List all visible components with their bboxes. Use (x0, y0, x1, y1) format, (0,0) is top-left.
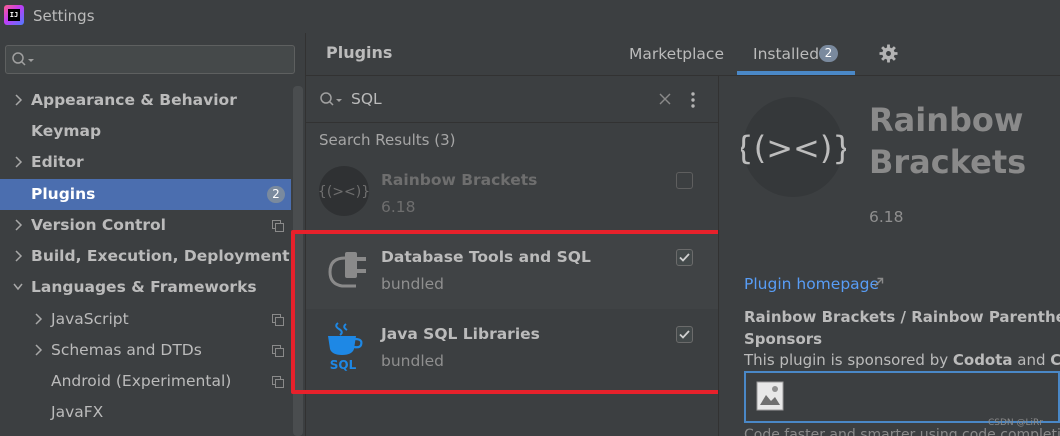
more-options-icon[interactable] (690, 92, 696, 108)
detail-plugin-name-line2: Brackets (869, 143, 1027, 181)
broken-image-icon (756, 381, 784, 411)
tree-item-android-experimental[interactable]: Android (Experimental) (0, 366, 291, 397)
chevron-right-icon[interactable] (13, 156, 23, 168)
tab-installed[interactable]: Installed (753, 45, 819, 63)
tree-item-editor[interactable]: Editor (0, 147, 291, 178)
tree-item-label: JavaScript (51, 310, 129, 328)
plugin-description-title: Rainbow Brackets / Rainbow Parentheses f (744, 308, 1060, 326)
tree-item-version-control[interactable]: Version Control (0, 210, 291, 241)
plugin-search-input[interactable]: SQL (351, 90, 382, 108)
tree-item-keymap[interactable]: Keymap (0, 116, 291, 147)
clear-icon[interactable] (659, 93, 671, 105)
plugin-version: 6.18 (381, 198, 416, 216)
sponsor-name-2: Coo (1050, 351, 1060, 369)
chevron-right-icon[interactable] (33, 344, 43, 356)
intellij-logo-icon: IJ (4, 5, 24, 25)
sponsor-text: This plugin is sponsored by Codota and C… (744, 351, 1060, 369)
search-results-label: Search Results (3) (319, 131, 456, 149)
search-divider (306, 122, 718, 123)
sponsors-heading: Sponsors (744, 330, 823, 348)
chevron-right-icon[interactable] (13, 250, 23, 262)
chevron-right-icon[interactable] (13, 219, 23, 231)
tree-item-javascript[interactable]: JavaScript (0, 304, 291, 335)
tree-item-plugins[interactable]: Plugins 2 (0, 179, 291, 210)
plugins-count-badge: 2 (267, 186, 285, 203)
installed-count-badge: 2 (819, 45, 838, 62)
chevron-right-icon[interactable] (13, 94, 23, 106)
tree-item-label: Appearance & Behavior (31, 91, 237, 109)
rainbow-brackets-icon: {(><)} (318, 166, 370, 216)
sponsor-text-mid: and (1012, 351, 1051, 369)
tree-item-javafx[interactable]: JavaFX (0, 397, 291, 428)
plugin-homepage-link[interactable]: Plugin homepage (744, 275, 879, 293)
tree-item-label: Editor (31, 153, 84, 171)
project-level-icon (272, 314, 284, 326)
tree-item-languages-frameworks[interactable]: Languages & Frameworks (0, 272, 291, 303)
project-level-icon (272, 220, 284, 232)
tree-item-appearance-behavior[interactable]: Appearance & Behavior (0, 85, 291, 116)
sponsor-text-prefix: This plugin is sponsored by (744, 351, 953, 369)
svg-text:{(><)}: {(><)} (318, 184, 370, 200)
sponsor-name: Codota (952, 351, 1013, 369)
tree-item-label: Version Control (31, 216, 166, 234)
window-title: Settings (33, 7, 95, 25)
tree-item-label: JavaFX (51, 403, 104, 421)
settings-search-input[interactable] (5, 45, 295, 74)
chevron-down-icon[interactable] (13, 281, 23, 293)
detail-plugin-name-line1: Rainbow (869, 101, 1024, 139)
tree-item-label: Plugins (31, 185, 96, 203)
plugin-name: Rainbow Brackets (381, 171, 538, 189)
tree-item-label: Build, Execution, Deployment (31, 247, 290, 265)
logo-text: IJ (8, 9, 20, 21)
tree-item-label: Keymap (31, 122, 102, 140)
search-icon (12, 52, 34, 66)
tree-item-label: Android (Experimental) (51, 372, 232, 390)
sponsor-image[interactable] (744, 371, 1060, 423)
detail-plugin-version: 6.18 (869, 208, 904, 226)
gear-icon[interactable] (879, 44, 898, 63)
search-icon (320, 92, 342, 106)
tree-item-build-execution-deployment[interactable]: Build, Execution, Deployment (0, 241, 291, 272)
project-level-icon (272, 376, 284, 388)
annotation-highlight-box (291, 230, 736, 394)
external-link-icon[interactable] (874, 277, 884, 287)
tree-item-label: Languages & Frameworks (31, 278, 257, 296)
chevron-right-icon[interactable] (33, 313, 43, 325)
title-bar (0, 0, 1060, 33)
project-level-icon (272, 345, 284, 357)
page-title: Plugins (326, 43, 393, 62)
plugin-enable-checkbox[interactable] (676, 172, 693, 189)
plugin-description-text: Code faster and smarter using code compl… (744, 427, 1060, 436)
plugin-row-rainbow-brackets[interactable]: {(><)} Rainbow Brackets 6.18 (306, 155, 718, 232)
tab-marketplace[interactable]: Marketplace (629, 45, 724, 63)
tree-item-label: Schemas and DTDs (51, 341, 202, 359)
rainbow-brackets-logo-icon: {(><)} (741, 97, 846, 197)
tree-item-schemas-and-dtds[interactable]: Schemas and DTDs (0, 335, 291, 366)
svg-text:{(><)}: {(><)} (741, 129, 846, 167)
